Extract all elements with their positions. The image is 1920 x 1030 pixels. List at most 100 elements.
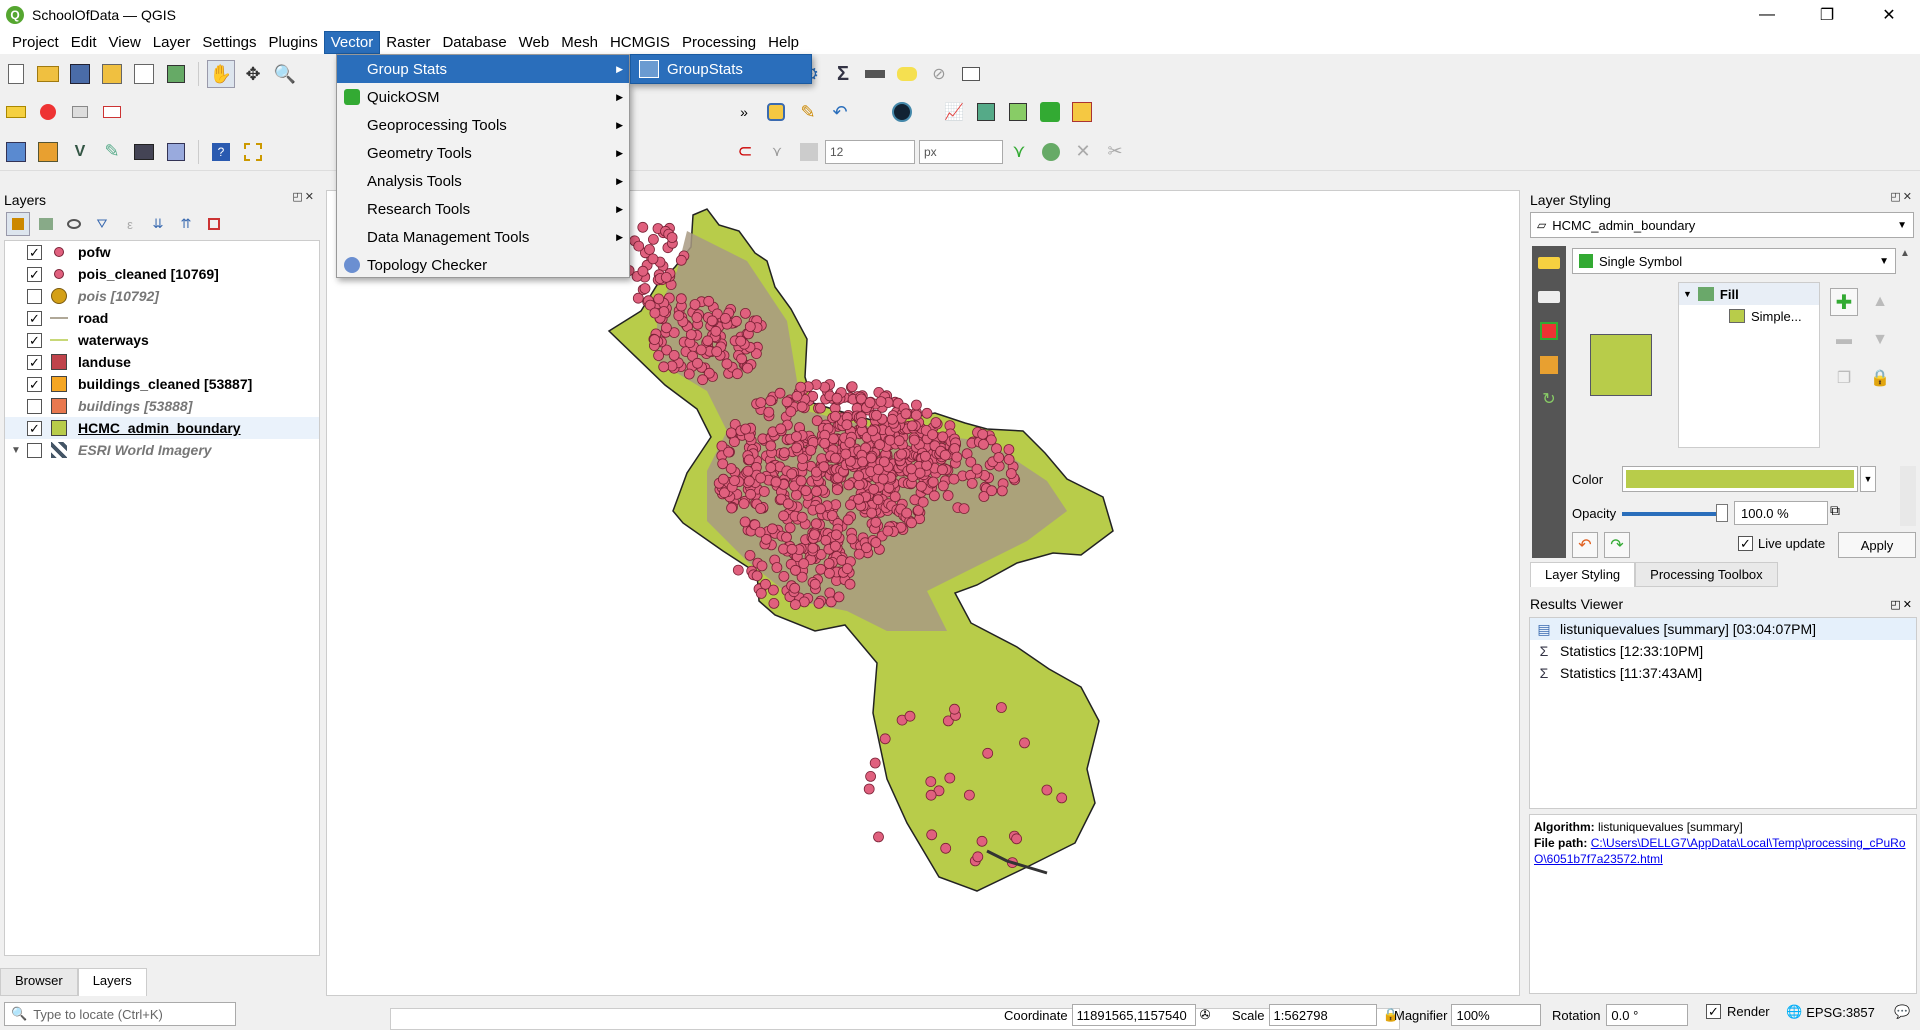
refresh-layers-icon[interactable]	[1004, 98, 1032, 126]
add-virtual-layer-icon[interactable]	[162, 138, 190, 166]
tracing-icon[interactable]: ✕	[1069, 138, 1097, 166]
close-button[interactable]: ✕	[1862, 0, 1916, 30]
rotation-spinbox[interactable]: 0.0 °	[1606, 1004, 1689, 1026]
snapping-icon[interactable]: ⊂	[731, 138, 759, 166]
menu-settings[interactable]: Settings	[196, 32, 262, 53]
opacity-spinbox[interactable]: 100.0 %	[1734, 501, 1828, 525]
map-canvas[interactable]	[326, 190, 1520, 996]
opacity-slider-handle[interactable]	[1716, 504, 1728, 522]
layer-row[interactable]: ✓ HCMC_admin_boundary	[5, 417, 319, 439]
manage-visibility-icon[interactable]	[62, 212, 86, 236]
masks-tab-icon[interactable]	[1532, 280, 1566, 314]
layer-row[interactable]: ✓ buildings_cleaned [53887]	[5, 373, 319, 395]
layer-row[interactable]: ✓ pois_cleaned [10769]	[5, 263, 319, 285]
add-symbol-layer-button[interactable]: ✚	[1830, 288, 1858, 316]
add-group-icon[interactable]	[34, 212, 58, 236]
layer-row[interactable]: ✓ waterways	[5, 329, 319, 351]
menu-web[interactable]: Web	[513, 32, 556, 53]
statistics-icon[interactable]: Σ	[829, 60, 857, 88]
layer-visibility-checkbox[interactable]	[27, 398, 42, 414]
pin-labels-icon[interactable]	[66, 98, 94, 126]
save-as-icon[interactable]	[98, 60, 126, 88]
add-vector-layer-icon[interactable]	[2, 138, 30, 166]
add-raster-layer-icon[interactable]	[34, 138, 62, 166]
layer-visibility-checkbox[interactable]: ✓	[27, 310, 42, 326]
menu-help[interactable]: Help	[762, 32, 805, 53]
globe-icon[interactable]	[888, 98, 916, 126]
vector-menu-item-analysis-tools[interactable]: Analysis Tools ▶	[337, 167, 629, 195]
new-project-icon[interactable]	[2, 60, 30, 88]
messages-icon[interactable]: 💬	[1894, 1004, 1910, 1020]
undo-style-icon[interactable]: ↶	[1572, 532, 1598, 558]
color-dropdown-icon[interactable]: ▼	[1860, 466, 1876, 492]
layer-row[interactable]: ✓ road	[5, 307, 319, 329]
quickosm-icon[interactable]	[1036, 98, 1064, 126]
layers-dock-buttons[interactable]: ◰✕	[292, 190, 316, 203]
menu-view[interactable]: View	[103, 32, 147, 53]
symbol-tree-root[interactable]: ▼ Fill	[1679, 283, 1819, 305]
help-icon[interactable]: ?	[207, 138, 235, 166]
more-tools-icon[interactable]: »	[730, 98, 758, 126]
expand-all-icon[interactable]: ⇊	[146, 212, 170, 236]
live-update-checkbox[interactable]: ✓	[1738, 536, 1753, 551]
collapse-all-icon[interactable]: ⇈	[174, 212, 198, 236]
coordinate-input[interactable]: 11891565,1157540	[1071, 1004, 1196, 1026]
result-item[interactable]: Σ Statistics [11:37:43AM]	[1530, 662, 1916, 684]
open-styling-icon[interactable]	[6, 212, 30, 236]
opacity-slider[interactable]	[1622, 512, 1726, 516]
layer-row[interactable]: ▼ ESRI World Imagery	[5, 439, 319, 461]
group-stats-submenu[interactable]: GroupStats	[630, 54, 812, 84]
layer-visibility-checkbox[interactable]	[27, 442, 42, 458]
tab-layer-styling[interactable]: Layer Styling	[1530, 562, 1636, 587]
vector-menu-item-group-stats[interactable]: Group Stats ▶	[337, 55, 629, 83]
restore-button[interactable]: ❐	[1800, 0, 1854, 30]
menu-mesh[interactable]: Mesh	[555, 32, 604, 53]
layer-row[interactable]: ✓ landuse	[5, 351, 319, 373]
diagrams-tab-icon[interactable]	[1532, 348, 1566, 382]
filepath-link[interactable]: C:\Users\DELLG7\AppData\Local\Temp\proce…	[1534, 836, 1906, 866]
color-button[interactable]	[1622, 466, 1858, 492]
history-tab-icon[interactable]: ↻	[1532, 382, 1566, 416]
select-features-icon[interactable]	[239, 138, 267, 166]
vector-menu-item-quickosm[interactable]: QuickOSM ▶	[337, 83, 629, 111]
tab-processing-toolbox[interactable]: Processing Toolbox	[1635, 562, 1778, 587]
layer-select[interactable]: ▱ HCMC_admin_boundary ▼	[1530, 212, 1914, 238]
filter-expression-icon[interactable]: ε	[118, 212, 142, 236]
vector-menu-item-data-management-tools[interactable]: Data Management Tools ▶	[337, 223, 629, 251]
pan-to-selection-icon[interactable]: ✥	[239, 60, 267, 88]
map-tips-icon[interactable]	[893, 60, 921, 88]
diagram-icon[interactable]	[34, 98, 62, 126]
menu-layer[interactable]: Layer	[147, 32, 197, 53]
data-defined-override-icon[interactable]: ⧉	[1830, 502, 1840, 519]
magnifier-spinbox[interactable]: 100%	[1451, 1004, 1542, 1026]
topological-editing-icon[interactable]: ⋎	[1005, 138, 1033, 166]
open-project-icon[interactable]	[34, 60, 62, 88]
profile-tool-icon[interactable]: 📈	[940, 98, 968, 126]
move-up-icon[interactable]: ▲	[1866, 288, 1894, 316]
vector-menu-item-research-tools[interactable]: Research Tools ▶	[337, 195, 629, 223]
layer-row[interactable]: buildings [53888]	[5, 395, 319, 417]
snapping-type-icon[interactable]	[795, 138, 823, 166]
snapping-tolerance-input[interactable]: 12	[825, 139, 915, 164]
styling-scrollbar[interactable]	[1900, 466, 1916, 526]
label-toolbar-icon[interactable]	[2, 98, 30, 126]
result-item[interactable]: Σ Statistics [12:33:10PM]	[1530, 640, 1916, 662]
expand-icon[interactable]: ▼	[5, 445, 27, 456]
undo-icon[interactable]: ↶	[826, 98, 854, 126]
menu-database[interactable]: Database	[436, 32, 512, 53]
measure-icon[interactable]	[861, 60, 889, 88]
tab-layers[interactable]: Layers	[77, 968, 147, 996]
move-down-icon[interactable]: ▼	[1866, 326, 1894, 354]
vector-menu-item-geoprocessing-tools[interactable]: Geoprocessing Tools ▶	[337, 111, 629, 139]
menu-vector[interactable]: Vector	[323, 30, 381, 54]
add-spatialite-icon[interactable]: ✎	[98, 138, 126, 166]
edit-pencil-icon[interactable]: ✎	[794, 98, 822, 126]
menu-edit[interactable]: Edit	[65, 32, 103, 53]
labels-tab-icon[interactable]	[1532, 246, 1566, 280]
style-manager-icon[interactable]	[162, 60, 190, 88]
annotation-icon[interactable]	[957, 60, 985, 88]
minimize-button[interactable]: —	[1740, 0, 1794, 30]
print-layout-icon[interactable]	[130, 60, 158, 88]
layer-visibility-checkbox[interactable]: ✓	[27, 354, 42, 370]
hcmgis-icon[interactable]	[1068, 98, 1096, 126]
